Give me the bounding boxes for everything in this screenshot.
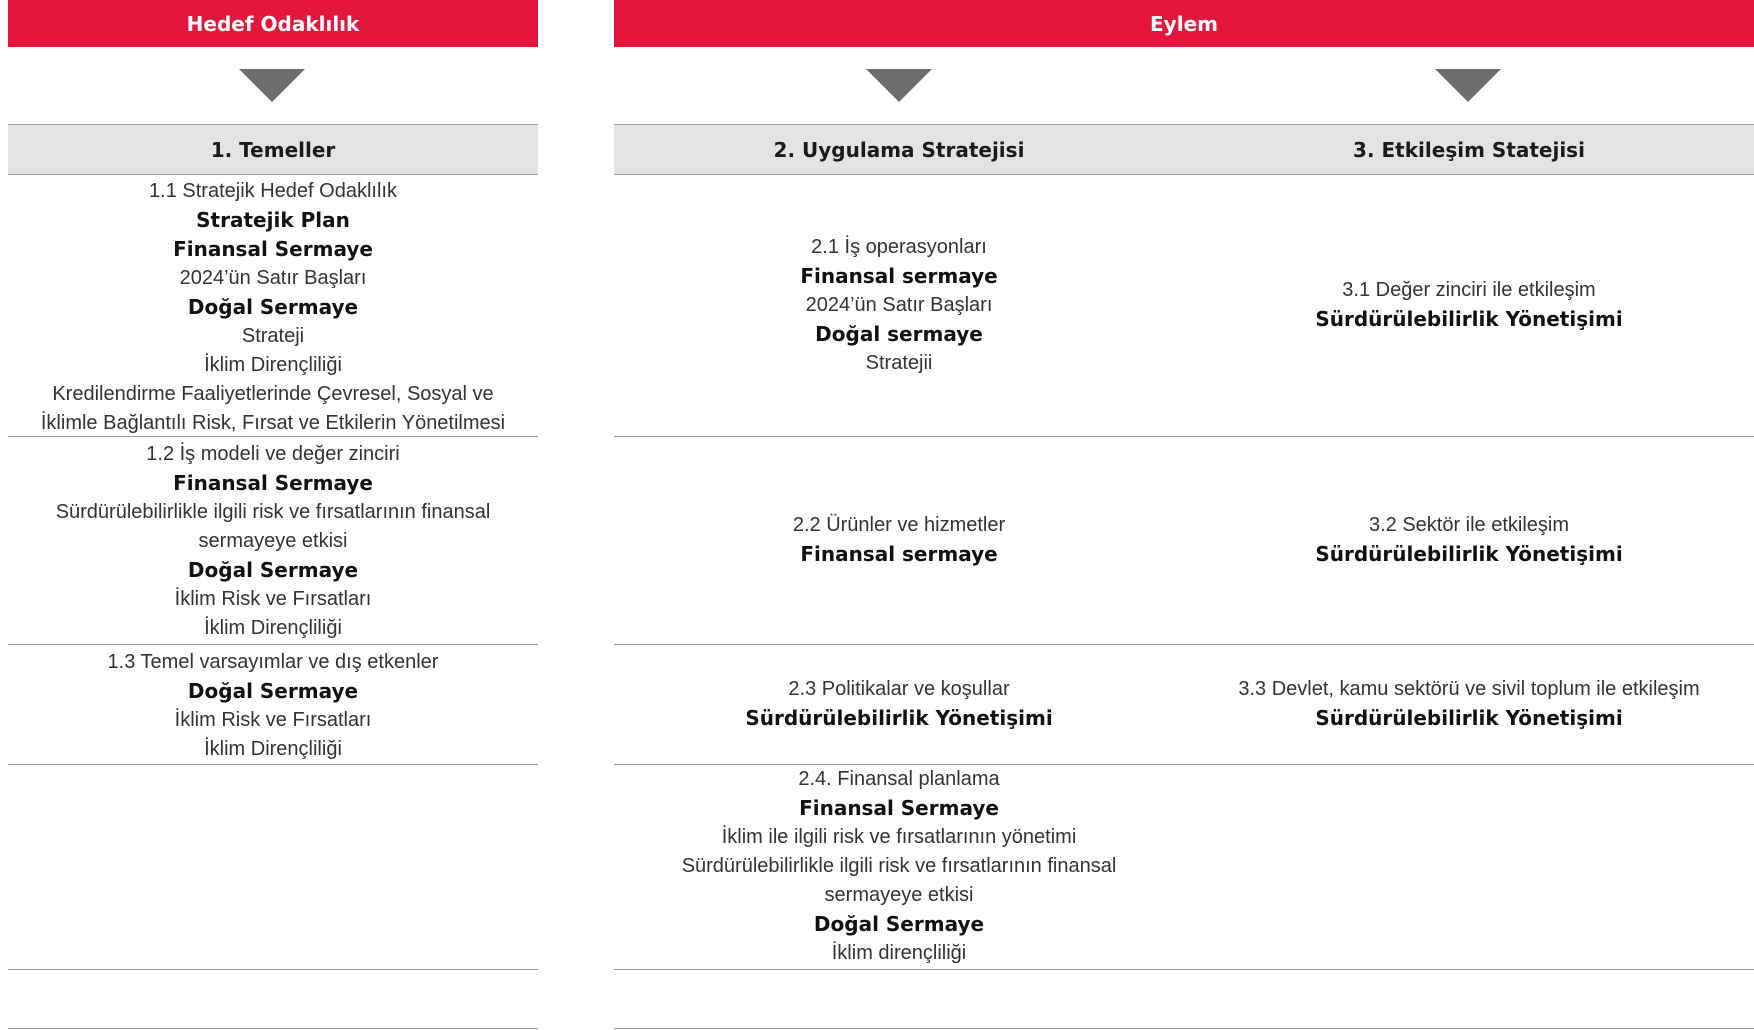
item-title: 2.3 Politikalar ve koşullar (788, 678, 1010, 700)
item-title: 3.3 Devlet, kamu sektörü ve sivil toplum… (1238, 678, 1700, 700)
item-text: İklim Dirençliliği (204, 738, 342, 760)
item-text: Kredilendirme Faaliyetlerinde Çevresel, … (52, 383, 494, 405)
item-text: 2024’ün Satır Başları (805, 293, 993, 316)
cell-2-3: 2.3 Politikalar ve koşullar Sürdürülebil… (614, 645, 1184, 763)
row-divider (614, 969, 1754, 970)
cell-2-2: 2.2 Ürünler ve hizmetler Finansal sermay… (614, 437, 1184, 643)
item-text: Stratejii (865, 351, 933, 374)
item-bold: Finansal sermaye (800, 542, 998, 566)
item-text: sermayeye etkisi (824, 884, 974, 906)
item-bold: Sürdürülebilirlik Yönetişimi (1315, 307, 1623, 331)
item-bold: Doğal sermaye (815, 321, 983, 346)
item-bold: Doğal Sermaye (187, 679, 359, 703)
item-title: 2.1 İş operasyonları (811, 235, 987, 258)
cell-3-3: 3.3 Devlet, kamu sektörü ve sivil toplum… (1184, 645, 1754, 763)
row-divider (614, 1028, 1754, 1029)
item-title: 2.2 Ürünler ve hizmetler (792, 514, 1006, 536)
item-title: 1.2 İş modeli ve değer zinciri (146, 443, 400, 465)
item-text: İklimle Bağlantılı Risk, Fırsat ve Etkil… (40, 412, 506, 434)
item-text: Strateji (241, 325, 305, 347)
item-bold: Finansal Sermaye (799, 796, 999, 820)
item-text: İklim dirençliliği (831, 942, 967, 964)
item-bold: Finansal Sermaye (173, 237, 373, 261)
item-title: 2.4. Finansal planlama (798, 768, 1000, 790)
item-text: İklim Risk ve Fırsatları (174, 588, 372, 610)
header-hedef-odaklilik: Hedef Odaklılık (8, 0, 538, 47)
column-header-etkilesim: 3. Etkileşim Statejisi (1353, 137, 1585, 162)
triangle-down-icon (866, 69, 932, 102)
column-header-temeller: 1. Temeller (8, 124, 538, 175)
item-bold: Sürdürülebilirlik Yönetişimi (1315, 542, 1623, 566)
row-divider (8, 644, 538, 645)
column-header-band-right: 2. Uygulama Stratejisi 3. Etkileşim Stat… (614, 124, 1754, 175)
item-text: Sürdürülebilirlikle ilgili risk ve fırsa… (681, 855, 1117, 877)
item-title: 1.3 Temel varsayımlar ve dış etkenler (107, 651, 439, 673)
item-bold: Doğal Sermaye (813, 912, 985, 936)
item-bold: Sürdürülebilirlik Yönetişimi (1315, 706, 1623, 730)
item-text: İklim Dirençliliği (204, 617, 342, 639)
cell-1-1: 1.1 Stratejik Hedef Odaklılık Stratejik … (8, 177, 538, 435)
item-bold: Stratejik Plan (196, 208, 350, 232)
item-text: İklim ile ilgili risk ve fırsatlarının y… (721, 826, 1077, 848)
item-text: İklim Dirençliliği (204, 354, 342, 376)
cell-2-4: 2.4. Finansal planlama Finansal Sermaye … (614, 765, 1184, 968)
row-divider (8, 764, 538, 765)
cell-1-2: 1.2 İş modeli ve değer zinciri Finansal … (8, 440, 538, 643)
item-bold: Finansal sermaye (800, 263, 998, 288)
item-bold: Finansal Sermaye (173, 471, 373, 495)
cell-2-1: 2.1 İş operasyonları Finansal sermaye 20… (614, 175, 1184, 435)
item-title: 3.1 Değer zinciri ile etkileşim (1342, 279, 1596, 301)
row-divider (8, 1028, 538, 1029)
triangle-down-icon (239, 69, 305, 102)
cell-1-3: 1.3 Temel varsayımlar ve dış etkenler Do… (8, 648, 538, 763)
header-eylem: Eylem (614, 0, 1754, 47)
column-header-uygulama: 2. Uygulama Stratejisi (773, 137, 1025, 162)
item-text: Sürdürülebilirlikle ilgili risk ve fırsa… (55, 501, 491, 523)
item-bold: Doğal Sermaye (187, 558, 359, 582)
cell-3-1: 3.1 Değer zinciri ile etkileşim Sürdürül… (1184, 175, 1754, 435)
item-title: 3.2 Sektör ile etkileşim (1368, 514, 1570, 536)
cell-3-2: 3.2 Sektör ile etkileşim Sürdürülebilirl… (1184, 437, 1754, 643)
item-text: sermayeye etkisi (198, 530, 348, 552)
triangle-down-icon (1435, 69, 1501, 102)
item-text: İklim Risk ve Fırsatları (174, 709, 372, 731)
item-bold: Doğal Sermaye (187, 295, 359, 319)
item-bold: Sürdürülebilirlik Yönetişimi (745, 706, 1053, 730)
row-divider (8, 969, 538, 970)
item-text: 2024’ün Satır Başları (179, 267, 367, 289)
item-title: 1.1 Stratejik Hedef Odaklılık (149, 180, 397, 202)
